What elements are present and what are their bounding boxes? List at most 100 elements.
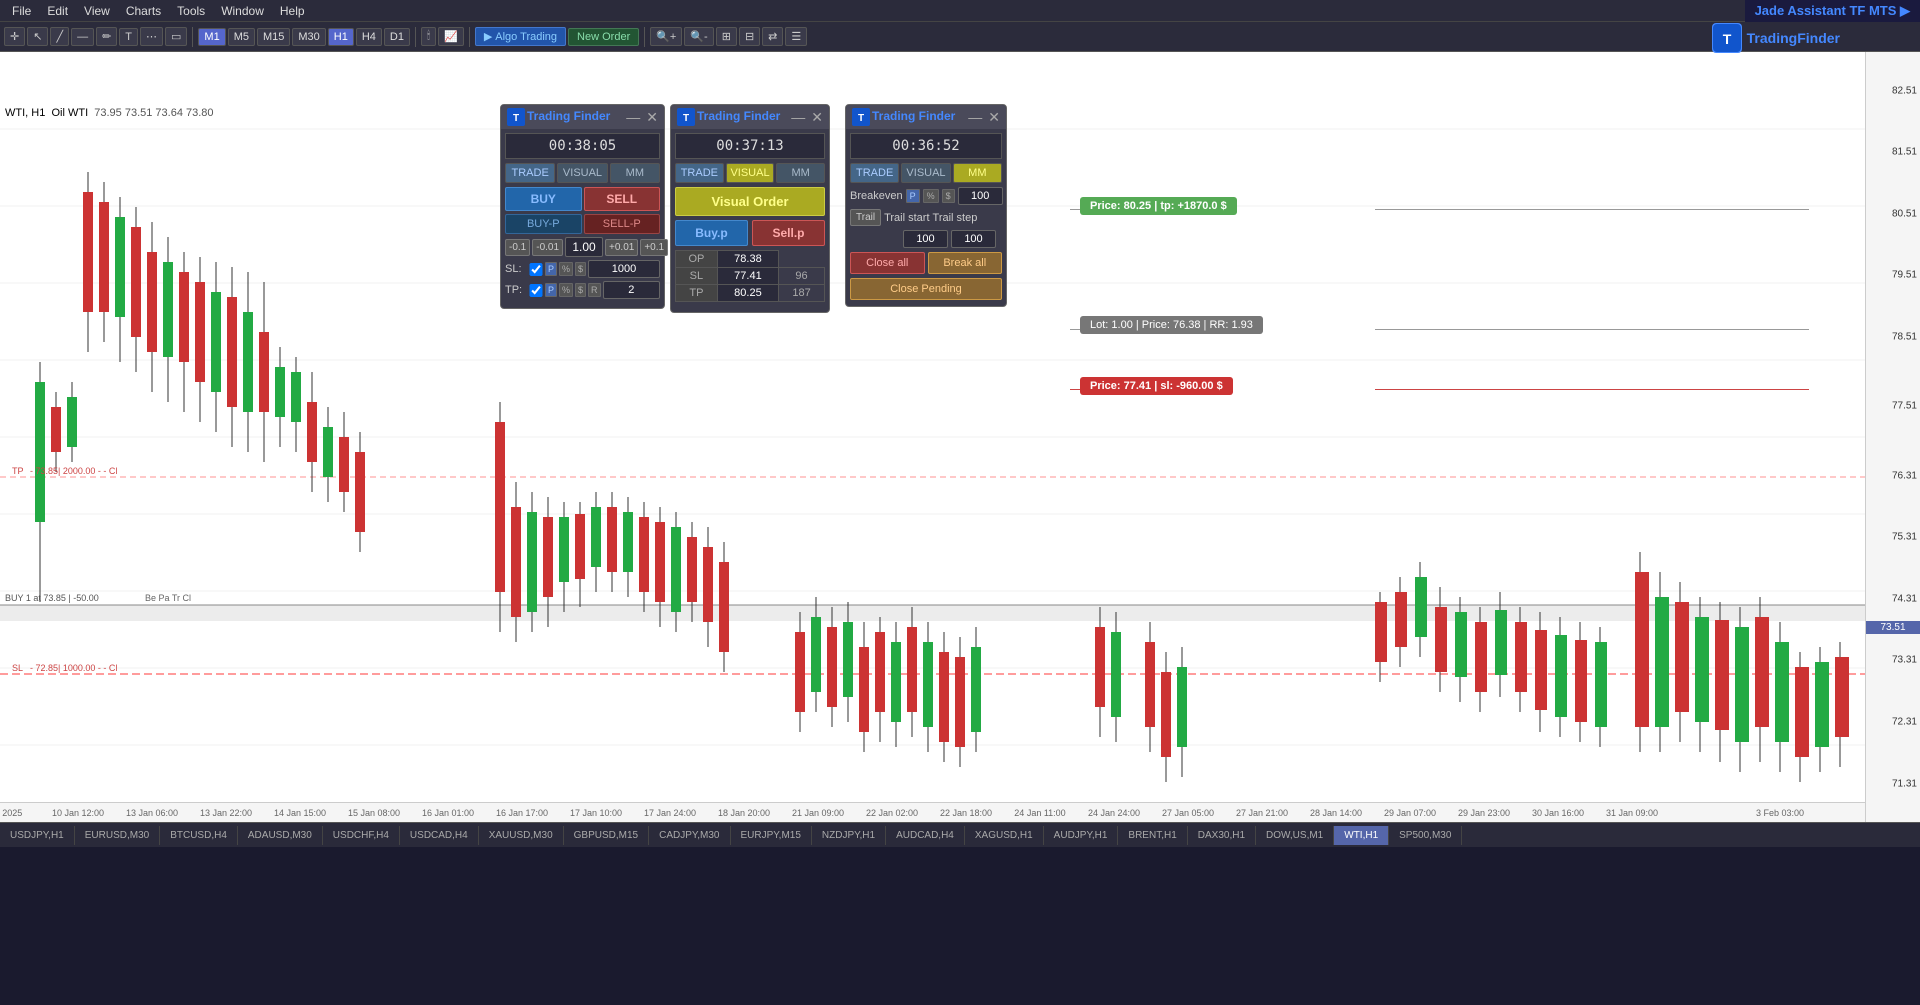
panel3-trail-start-input[interactable]	[903, 230, 948, 248]
menu-tools[interactable]: Tools	[169, 2, 213, 20]
panel1-lot-minus01[interactable]: -0.1	[505, 239, 530, 256]
panel3-tab-mm[interactable]: MM	[953, 163, 1002, 183]
panel2-buyp-btn[interactable]: Buy.p	[675, 220, 748, 246]
panel2-sellp-btn[interactable]: Sell.p	[752, 220, 825, 246]
panel3-be-input[interactable]	[958, 187, 1003, 205]
panel3-minimize[interactable]: —	[968, 109, 982, 126]
tool-line[interactable]: ╱	[50, 27, 69, 46]
panel3-close-all-btn[interactable]: Close all	[850, 252, 925, 274]
visual-order-btn[interactable]: Visual Order	[675, 187, 825, 216]
panel1-tp-mode-pct[interactable]: %	[559, 283, 573, 297]
panel1-sl-checkbox[interactable]	[529, 263, 543, 276]
panel2-tab-visual[interactable]: VISUAL	[726, 163, 775, 183]
tab-nzdjpy-h1[interactable]: NZDJPY,H1	[812, 826, 886, 845]
tool-chart-type[interactable]: 🕯	[421, 27, 436, 46]
panel2-tab-mm[interactable]: MM	[776, 163, 825, 183]
panel1-buy-btn[interactable]: BUY	[505, 187, 582, 211]
tab-xagusd-h1[interactable]: XAGUSD,H1	[965, 826, 1044, 845]
panel3-close[interactable]: ✕	[988, 109, 1000, 126]
panel1-sl-mode-dollar[interactable]: $	[575, 262, 586, 276]
tool-pencil[interactable]: ✏	[96, 27, 117, 46]
panel2-close[interactable]: ✕	[811, 109, 823, 126]
panel1-lot-minus001[interactable]: -0.01	[532, 239, 563, 256]
tool-shapes[interactable]: ▭	[165, 27, 187, 46]
panel1-lot-input[interactable]	[565, 237, 603, 257]
tab-btcusd-h4[interactable]: BTCUSD,H4	[160, 826, 238, 845]
algo-trading-button[interactable]: ▶ Algo Trading	[475, 27, 566, 46]
tab-adausd-m30[interactable]: ADAUSD,M30	[238, 826, 323, 845]
panel1-tp-value[interactable]	[603, 281, 660, 299]
tool-grid[interactable]: ⊞	[716, 27, 737, 46]
tf-m5[interactable]: M5	[228, 28, 255, 46]
panel2-tab-trade[interactable]: TRADE	[675, 163, 724, 183]
panel1-sl-mode-p[interactable]: P	[545, 262, 557, 276]
panel3-break-all-btn[interactable]: Break all	[928, 252, 1003, 274]
panel3-trail-btn[interactable]: Trail	[850, 209, 881, 226]
tab-gbpusd-m15[interactable]: GBPUSD,M15	[564, 826, 649, 845]
menu-view[interactable]: View	[76, 2, 118, 20]
panel1-sellp-btn[interactable]: SELL-P	[584, 214, 661, 234]
tab-usdjpy-h1[interactable]: USDJPY,H1	[0, 826, 75, 845]
tab-brent-h1[interactable]: BRENT,H1	[1118, 826, 1187, 845]
menu-edit[interactable]: Edit	[39, 2, 76, 20]
tf-d1[interactable]: D1	[384, 28, 410, 46]
panel1-minimize[interactable]: —	[626, 109, 640, 126]
panel3-tab-visual[interactable]: VISUAL	[901, 163, 950, 183]
panel1-lot-plus001[interactable]: +0.01	[605, 239, 638, 256]
tab-dow-us-m1[interactable]: DOW,US,M1	[1256, 826, 1334, 845]
panel1-tp-mode-r[interactable]: R	[588, 283, 601, 297]
tab-audcad-h4[interactable]: AUDCAD,H4	[886, 826, 965, 845]
panel1-lot-plus01[interactable]: +0.1	[640, 239, 668, 256]
tool-zoom-out[interactable]: 🔍-	[684, 27, 713, 46]
tool-arrow[interactable]: ↖	[27, 27, 48, 46]
tab-usdchf-h4[interactable]: USDCHF,H4	[323, 826, 400, 845]
panel1-tp-mode-dollar[interactable]: $	[575, 283, 586, 297]
panel1-sell-btn[interactable]: SELL	[584, 187, 661, 211]
tool-sync[interactable]: ⇄	[762, 27, 783, 46]
panel1-buyp-btn[interactable]: BUY-P	[505, 214, 582, 234]
tab-cadjpy-m30[interactable]: CADJPY,M30	[649, 826, 730, 845]
panel3-be-mode-dollar[interactable]: $	[942, 189, 955, 203]
tool-extra[interactable]: ☰	[785, 27, 807, 46]
panel1-close[interactable]: ✕	[646, 109, 658, 126]
tf-h4[interactable]: H4	[356, 28, 382, 46]
panel3-be-mode-p[interactable]: P	[906, 189, 920, 203]
panel1-tab-mm[interactable]: MM	[610, 163, 660, 183]
tool-hline[interactable]: —	[71, 28, 94, 46]
tool-indicators[interactable]: 📈	[438, 27, 464, 46]
tab-usdcad-h4[interactable]: USDCAD,H4	[400, 826, 479, 845]
panel3-be-mode-pct[interactable]: %	[923, 189, 939, 203]
panel3-trail-step-input[interactable]	[951, 230, 996, 248]
tool-more[interactable]: ⋯	[140, 27, 163, 46]
menu-window[interactable]: Window	[213, 2, 272, 20]
tab-xauusd-m30[interactable]: XAUUSD,M30	[479, 826, 564, 845]
panel1-sl-mode-pct[interactable]: %	[559, 262, 573, 276]
tool-split[interactable]: ⊟	[739, 27, 760, 46]
panel1-tp-mode-p[interactable]: P	[545, 283, 557, 297]
panel1-tp-checkbox[interactable]	[529, 284, 543, 297]
tf-m1[interactable]: M1	[198, 28, 225, 46]
tf-m30[interactable]: M30	[292, 28, 325, 46]
tf-h1[interactable]: H1	[328, 28, 354, 46]
tool-cross[interactable]: ✛	[4, 27, 25, 46]
tab-audjpy-h1[interactable]: AUDJPY,H1	[1044, 826, 1119, 845]
tool-zoom-in[interactable]: 🔍+	[650, 27, 682, 46]
panel3-close-pending-btn[interactable]: Close Pending	[850, 278, 1002, 300]
tab-eurusd-m30[interactable]: EURUSD,M30	[75, 826, 160, 845]
panel2-minimize[interactable]: —	[791, 109, 805, 126]
panel1-sl-value[interactable]	[588, 260, 660, 278]
trading-panel-1: T Trading Finder — ✕ 00:38:05 TRADE VISU…	[500, 104, 665, 309]
panel3-tab-trade[interactable]: TRADE	[850, 163, 899, 183]
panel1-tab-trade[interactable]: TRADE	[505, 163, 555, 183]
tool-text[interactable]: T	[119, 28, 138, 46]
new-order-button[interactable]: New Order	[568, 28, 639, 46]
tf-m15[interactable]: M15	[257, 28, 290, 46]
tab-eurjpy-m15[interactable]: EURJPY,M15	[731, 826, 812, 845]
tab-wti-h1[interactable]: WTI,H1	[1334, 826, 1389, 845]
menu-help[interactable]: Help	[272, 2, 313, 20]
menu-file[interactable]: File	[4, 2, 39, 20]
tab-sp500-m30[interactable]: SP500,M30	[1389, 826, 1462, 845]
tab-dax30-h1[interactable]: DAX30,H1	[1188, 826, 1256, 845]
panel1-tab-visual[interactable]: VISUAL	[557, 163, 607, 183]
menu-charts[interactable]: Charts	[118, 2, 169, 20]
